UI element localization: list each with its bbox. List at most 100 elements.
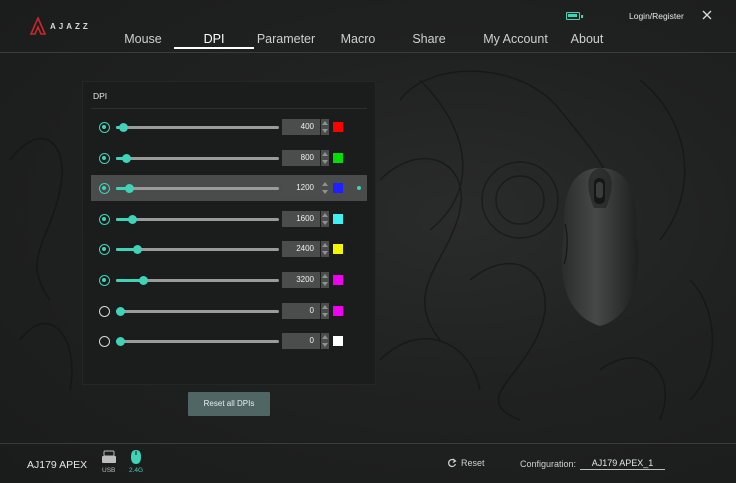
brand-logo: AJAZZ	[30, 17, 91, 35]
reset-button[interactable]: Reset	[447, 458, 485, 468]
reset-icon	[448, 458, 457, 468]
increment-arrow-icon[interactable]	[322, 152, 328, 156]
brand-name: AJAZZ	[50, 21, 91, 31]
dpi-slider-track[interactable]	[116, 154, 279, 163]
dpi-slider-thumb[interactable]	[116, 337, 125, 346]
dpi-stepper	[321, 180, 329, 196]
decrement-arrow-icon[interactable]	[322, 160, 328, 164]
dpi-level-row[interactable]: 1200	[91, 175, 367, 201]
dpi-stepper	[321, 333, 329, 349]
dpi-value-input[interactable]: 2400	[282, 241, 320, 257]
dpi-level-radio[interactable]	[99, 244, 110, 255]
header-divider	[0, 52, 736, 53]
dpi-level-row[interactable]: 0	[91, 328, 367, 354]
main-nav: Mouse DPI Parameter Macro Share My Accou…	[108, 31, 607, 51]
wireless-label: 2.4G	[129, 467, 144, 474]
dpi-slider-track[interactable]	[116, 307, 279, 316]
dpi-color-swatch[interactable]	[333, 275, 343, 285]
increment-arrow-icon[interactable]	[322, 121, 328, 125]
nav-tab-share[interactable]: Share	[394, 31, 464, 49]
dpi-level-row[interactable]: 3200	[91, 267, 367, 293]
nav-tab-mouse[interactable]: Mouse	[108, 31, 178, 49]
dpi-stepper	[321, 303, 329, 319]
dpi-value-input[interactable]: 800	[282, 150, 320, 166]
configuration-selector[interactable]: AJ179 APEX_1	[580, 456, 665, 470]
increment-arrow-icon[interactable]	[322, 243, 328, 247]
reset-all-dpis-button[interactable]: Reset all DPIs	[188, 392, 270, 416]
dpi-stepper	[321, 150, 329, 166]
dpi-slider-track[interactable]	[116, 276, 279, 285]
dpi-slider-thumb[interactable]	[125, 184, 134, 193]
login-register-link[interactable]: Login/Register	[629, 11, 684, 21]
decrement-arrow-icon[interactable]	[322, 282, 328, 286]
mouse-product-image	[561, 168, 639, 326]
close-icon[interactable]	[700, 8, 714, 22]
dpi-level-radio[interactable]	[99, 275, 110, 286]
increment-arrow-icon[interactable]	[322, 213, 328, 217]
usb-icon[interactable]	[101, 450, 117, 464]
dpi-value-input[interactable]: 1600	[282, 211, 320, 227]
dpi-color-swatch[interactable]	[333, 153, 343, 163]
dpi-level-radio[interactable]	[99, 153, 110, 164]
header: AJAZZ Mouse DPI Parameter Macro Share My…	[0, 0, 736, 52]
dpi-slider-thumb[interactable]	[128, 215, 137, 224]
decrement-arrow-icon[interactable]	[322, 343, 328, 347]
wireless-mouse-icon[interactable]	[130, 449, 142, 465]
decrement-arrow-icon[interactable]	[322, 221, 328, 225]
decrement-arrow-icon[interactable]	[322, 313, 328, 317]
dpi-stepper	[321, 241, 329, 257]
nav-tab-macro[interactable]: Macro	[322, 31, 394, 49]
dpi-level-row[interactable]: 400	[91, 114, 367, 140]
increment-arrow-icon[interactable]	[322, 305, 328, 309]
nav-tab-my-account[interactable]: My Account	[464, 31, 567, 49]
dpi-stepper	[321, 119, 329, 135]
dpi-level-row[interactable]: 800	[91, 145, 367, 171]
dpi-slider-thumb[interactable]	[119, 123, 128, 132]
dpi-value-input[interactable]: 1200	[282, 180, 320, 196]
dpi-color-swatch[interactable]	[333, 183, 343, 193]
dpi-color-swatch[interactable]	[333, 244, 343, 254]
dpi-color-swatch[interactable]	[333, 306, 343, 316]
dpi-panel-title: DPI	[93, 91, 108, 101]
dpi-slider-thumb[interactable]	[122, 154, 131, 163]
dpi-slider-track[interactable]	[116, 337, 279, 346]
nav-tab-parameter[interactable]: Parameter	[250, 31, 322, 49]
footer-divider	[0, 443, 736, 444]
dpi-color-swatch[interactable]	[333, 122, 343, 132]
dpi-color-swatch[interactable]	[333, 336, 343, 346]
dpi-slider-track[interactable]	[116, 215, 279, 224]
dpi-level-radio[interactable]	[99, 183, 110, 194]
dpi-level-row[interactable]: 2400	[91, 236, 367, 262]
dpi-color-swatch[interactable]	[333, 214, 343, 224]
dpi-level-row[interactable]: 1600	[91, 206, 367, 232]
dpi-level-radio[interactable]	[99, 336, 110, 347]
dpi-slider-thumb[interactable]	[133, 245, 142, 254]
increment-arrow-icon[interactable]	[322, 274, 328, 278]
dpi-level-radio[interactable]	[99, 214, 110, 225]
decrement-arrow-icon[interactable]	[322, 251, 328, 255]
device-name: AJ179 APEX	[27, 459, 88, 471]
dpi-level-row[interactable]: 0	[91, 298, 367, 324]
reset-label: Reset	[461, 458, 485, 468]
nav-tab-dpi[interactable]: DPI	[174, 31, 254, 49]
dpi-value-input[interactable]: 3200	[282, 272, 320, 288]
nav-tab-about[interactable]: About	[567, 31, 607, 49]
dpi-slider-thumb[interactable]	[139, 276, 148, 285]
dpi-value-input[interactable]: 0	[282, 303, 320, 319]
dpi-slider-track[interactable]	[116, 123, 279, 132]
dpi-value-input[interactable]: 0	[282, 333, 320, 349]
panel-divider	[91, 108, 367, 109]
dpi-slider-thumb[interactable]	[116, 307, 125, 316]
dpi-stepper	[321, 211, 329, 227]
decrement-arrow-icon[interactable]	[322, 129, 328, 133]
decrement-arrow-icon[interactable]	[322, 190, 328, 194]
increment-arrow-icon[interactable]	[322, 182, 328, 186]
dpi-level-radio[interactable]	[99, 306, 110, 317]
dpi-level-radio[interactable]	[99, 122, 110, 133]
ajazz-logo-icon	[30, 17, 46, 35]
increment-arrow-icon[interactable]	[322, 335, 328, 339]
dpi-value-input[interactable]: 400	[282, 119, 320, 135]
dpi-slider-track[interactable]	[116, 245, 279, 254]
dpi-slider-track[interactable]	[116, 184, 279, 193]
dpi-stepper	[321, 272, 329, 288]
